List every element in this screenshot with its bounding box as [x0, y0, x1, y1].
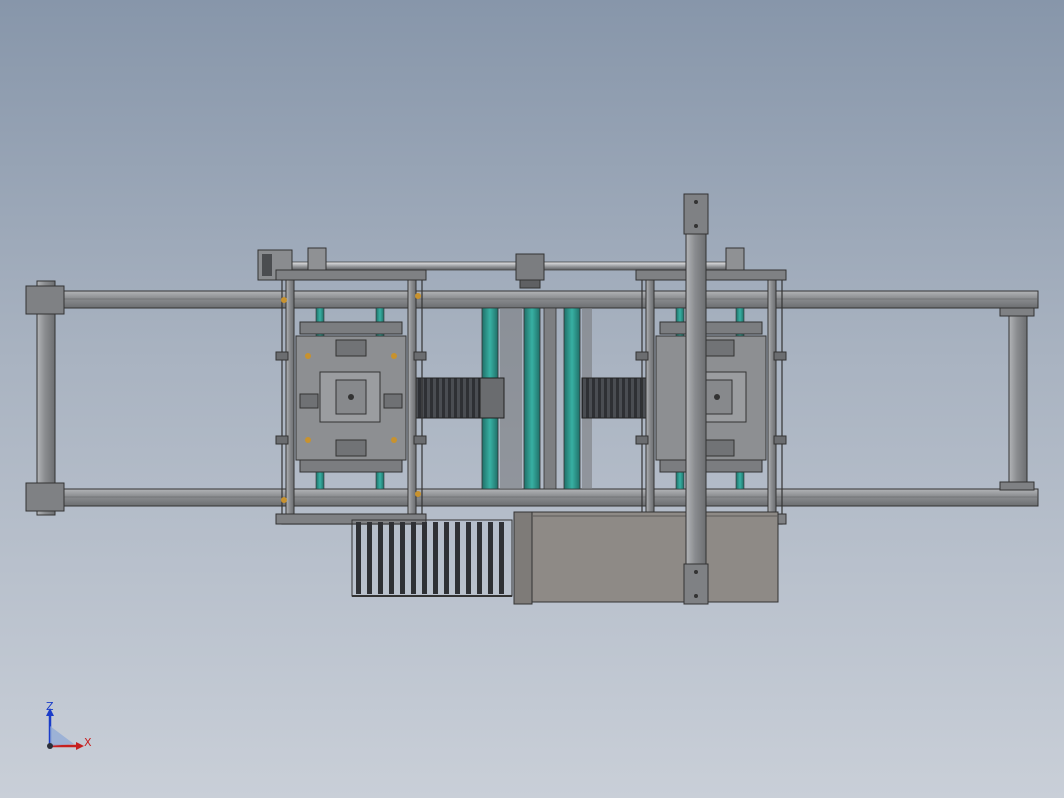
roller-bar: [455, 522, 460, 594]
left-carriage-post-left: [285, 279, 295, 521]
teal-profile-3: [543, 307, 557, 490]
control-cabinet: [513, 511, 779, 605]
teal-profile-4: [563, 307, 581, 490]
chain-link-plate: [479, 377, 505, 419]
roller-bar: [367, 522, 372, 594]
roller-bar: [444, 522, 449, 594]
roller-bar: [433, 522, 438, 594]
teal-profile-2: [523, 307, 541, 490]
drive-shaft-assembly: [257, 247, 745, 289]
roller-bar: [411, 522, 416, 594]
roller-bar: [356, 522, 361, 594]
cad-viewport[interactable]: Z X: [0, 0, 1064, 798]
roller-bar: [422, 522, 427, 594]
roller-bar: [378, 522, 383, 594]
top-rail-beam: [39, 290, 1039, 309]
center-conveyor-section: [415, 307, 655, 490]
z-axis-label: Z: [46, 700, 54, 713]
roller-bar: [389, 522, 394, 594]
right-cable-chain: [581, 377, 655, 419]
coordinate-triad: Z X: [46, 700, 92, 750]
roller-bar: [488, 522, 493, 594]
roller-bars: [356, 522, 504, 594]
drive-shaft: [287, 261, 729, 271]
triad-plane: [50, 726, 74, 746]
left-top-bracket: [25, 285, 65, 315]
right-carriage-post-right: [767, 279, 777, 521]
vertical-gantry-post: [683, 193, 709, 605]
left-bottom-bracket: [25, 482, 65, 512]
right-carriage-post-left: [645, 279, 655, 521]
left-end-post: [36, 280, 56, 516]
roller-bar: [400, 522, 405, 594]
bottom-rail-beam: [39, 488, 1039, 507]
cabinet-body: [513, 511, 779, 603]
roller-bar: [477, 522, 482, 594]
roller-bar: [466, 522, 471, 594]
center-motor: [515, 253, 545, 281]
right-end-post: [1008, 310, 1028, 488]
x-axis-label: X: [84, 736, 92, 749]
roller-bar: [499, 522, 504, 594]
left-carriage-post-right: [407, 279, 417, 521]
left-cable-chain: [415, 377, 483, 419]
